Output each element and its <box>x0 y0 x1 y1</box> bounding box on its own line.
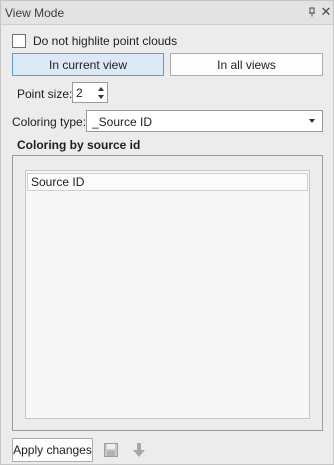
point-size-label: Point size: <box>17 87 73 101</box>
in-current-view-button[interactable]: In current view <box>12 53 164 76</box>
close-icon[interactable]: ✕ <box>319 4 333 20</box>
save-icon[interactable] <box>102 441 120 459</box>
chevron-down-icon[interactable] <box>309 119 315 123</box>
spin-down-icon[interactable] <box>98 95 104 99</box>
do-not-highlight-label: Do not highlite point clouds <box>33 34 178 48</box>
spinner-arrows[interactable] <box>93 83 107 102</box>
do-not-highlight-checkbox[interactable] <box>12 34 26 48</box>
spin-up-icon[interactable] <box>98 87 104 91</box>
source-id-column-header[interactable]: Source ID <box>27 173 308 191</box>
point-size-spinbox[interactable]: 2 <box>72 82 108 103</box>
view-mode-panel: View Mode ✕ Do not highlite point clouds… <box>0 0 334 465</box>
in-all-views-button[interactable]: In all views <box>170 53 323 76</box>
coloring-type-label: Coloring type: <box>12 115 87 129</box>
source-id-list[interactable]: Source ID <box>25 170 310 419</box>
coloring-type-dropdown[interactable]: _Source ID <box>86 110 323 132</box>
panel-title: View Mode <box>5 6 65 20</box>
do-not-highlight-row[interactable]: Do not highlite point clouds <box>12 33 177 49</box>
title-bar: View Mode ✕ <box>1 1 333 25</box>
arrow-down-icon[interactable] <box>130 441 148 459</box>
source-id-group: Source ID <box>12 155 323 431</box>
coloring-by-source-title: Coloring by source id <box>17 138 141 152</box>
pin-icon[interactable] <box>305 4 319 20</box>
point-size-value: 2 <box>76 86 83 100</box>
coloring-type-value: _Source ID <box>92 115 153 129</box>
apply-changes-button[interactable]: Apply changes <box>12 438 93 462</box>
